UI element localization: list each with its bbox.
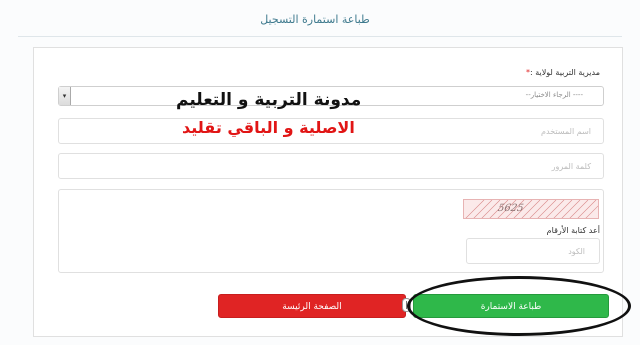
header-divider <box>18 36 622 37</box>
directorate-label-text: مديرية التربية لولاية : <box>529 68 600 77</box>
print-form-button[interactable]: طباعة الاستمارة <box>413 294 609 318</box>
select-arrow-icon[interactable]: ▾ <box>59 87 71 105</box>
password-placeholder: كلمة المرور <box>551 162 591 171</box>
password-input[interactable]: كلمة المرور <box>58 153 604 179</box>
captcha-image: 5625 <box>463 199 599 219</box>
code-placeholder: الكود <box>568 247 585 256</box>
home-button[interactable]: الصفحة الرئيسة <box>218 294 406 318</box>
directorate-label: مديرية التربية لولاية :* <box>522 68 600 77</box>
overlay-blog-title: مدونة التربية و التعليم <box>176 90 362 110</box>
username-placeholder: اسم المستخدم <box>541 127 591 136</box>
directorate-select-value: --الرجاء الاختيار ---- <box>525 91 583 99</box>
overlay-blog-subtitle: الاصلية و الباقي تقليد <box>182 118 355 137</box>
captcha-text: 5625 <box>497 203 525 214</box>
captcha-noise-icon <box>465 200 598 218</box>
code-label: أعد كتابة الأرقام <box>546 226 600 235</box>
page-title: طباعة استمارة التسجيل <box>260 13 370 26</box>
button-divider-icon: | <box>402 298 411 312</box>
code-input[interactable]: الكود <box>466 238 600 264</box>
